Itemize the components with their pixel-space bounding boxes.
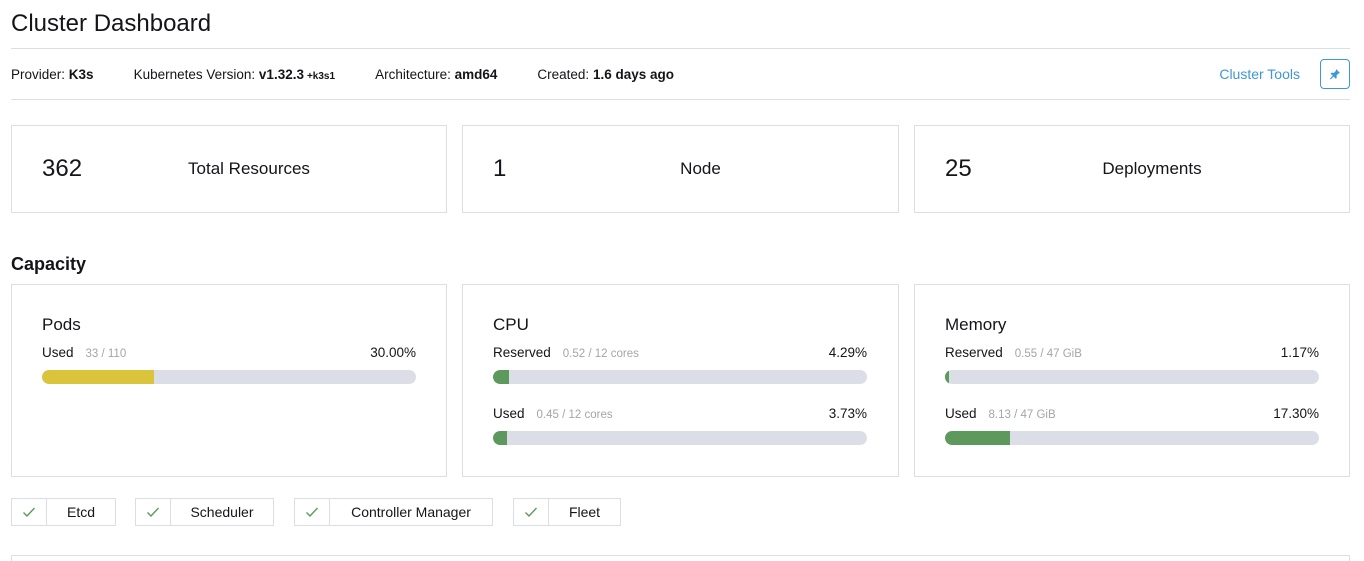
check-icon [525, 507, 538, 518]
memory-reserved-detail: 0.55 / 47 GiB [1014, 348, 1082, 360]
pods-used-gauge: Used 33 / 110 30.00% [42, 345, 416, 384]
health-label-fleet: Fleet [568, 504, 601, 520]
cpu-reserved-gauge: Reserved 0.52 / 12 cores 4.29% [493, 345, 867, 384]
pods-capacity-card: Pods Used 33 / 110 30.00% [11, 284, 447, 477]
cpu-used-fill [493, 431, 507, 445]
page-title: Cluster Dashboard [11, 10, 212, 37]
cpu-used-gauge: Used 0.45 / 12 cores 3.73% [493, 406, 867, 445]
memory-used-gauge: Used 8.13 / 47 GiB 17.30% [945, 406, 1319, 445]
cpu-reserved-fill [493, 370, 510, 384]
memory-title: Memory [945, 315, 1007, 334]
total-resources-card[interactable]: 362 Total Resources [11, 125, 447, 213]
health-label-etcd: Etcd [66, 504, 95, 520]
nodes-count: 1 [493, 155, 507, 182]
health-badge-controller-manager: Controller Manager [294, 498, 493, 526]
cpu-reserved-percent: 4.29% [828, 345, 867, 360]
title-divider [11, 48, 1350, 49]
nodes-card[interactable]: 1 Node [462, 125, 899, 213]
deployments-card[interactable]: 25 Deployments [914, 125, 1350, 213]
created-value: 1.6 days ago [592, 66, 674, 82]
health-badge-fleet: Fleet [513, 498, 621, 526]
pods-used-percent: 30.00% [370, 345, 416, 360]
capacity-title: Capacity [11, 254, 87, 274]
architecture-value: amd64 [454, 66, 498, 82]
pin-icon [1330, 69, 1340, 80]
pods-title: Pods [42, 315, 81, 334]
check-icon [306, 507, 319, 518]
health-badge-etcd: Etcd [11, 498, 116, 526]
check-icon [23, 507, 36, 518]
created-info: Created: 1.6 days ago [537, 66, 674, 82]
memory-used-detail: 8.13 / 47 GiB [988, 409, 1056, 421]
cluster-meta-bar: Provider: K3s Kubernetes Version: v1.32.… [11, 58, 1350, 90]
memory-reserved-gauge: Reserved 0.55 / 47 GiB 1.17% [945, 345, 1319, 384]
provider-info: Provider: K3s [11, 66, 94, 82]
cpu-reserved-bar [493, 370, 867, 384]
health-label-controller-manager: Controller Manager [351, 504, 471, 520]
memory-reserved-bar [945, 370, 1319, 384]
health-label-scheduler: Scheduler [190, 504, 254, 520]
events-panel [11, 555, 1350, 561]
cpu-title: CPU [493, 315, 529, 334]
meta-divider [11, 99, 1350, 100]
cpu-capacity-card: CPU Reserved 0.52 / 12 cores 4.29% Used … [462, 284, 899, 477]
cpu-used-percent: 3.73% [828, 406, 867, 421]
nodes-label: Node [680, 159, 721, 178]
memory-used-bar [945, 431, 1319, 445]
deployments-label: Deployments [1102, 159, 1202, 178]
pin-button[interactable] [1320, 59, 1350, 89]
k8s-version-info: Kubernetes Version: v1.32.3 +k3s1 [133, 66, 336, 82]
cpu-used-bar [493, 431, 867, 445]
memory-used-fill [945, 431, 1010, 445]
k8s-version-value: v1.32.3 [258, 66, 304, 82]
cluster-tools-link[interactable]: Cluster Tools [1219, 66, 1300, 82]
health-badge-scheduler: Scheduler [135, 498, 274, 526]
cpu-used-detail: 0.45 / 12 cores [536, 409, 613, 421]
pods-used-fill [42, 370, 155, 384]
total-resources-count: 362 [42, 155, 83, 182]
memory-used-percent: 17.30% [1273, 406, 1319, 421]
cpu-reserved-detail: 0.52 / 12 cores [562, 348, 639, 360]
pods-used-detail: 33 / 110 [85, 348, 127, 360]
architecture-info: Architecture: amd64 [375, 66, 498, 82]
deployments-count: 25 [945, 155, 972, 182]
pods-used-bar [42, 370, 416, 384]
k8s-version-suffix: +k3s1 [306, 70, 336, 82]
memory-reserved-fill [945, 370, 950, 384]
memory-reserved-percent: 1.17% [1280, 345, 1319, 360]
provider-value: K3s [68, 66, 94, 82]
memory-capacity-card: Memory Reserved 0.55 / 47 GiB 1.17% Used… [914, 284, 1350, 477]
check-icon [147, 507, 160, 518]
